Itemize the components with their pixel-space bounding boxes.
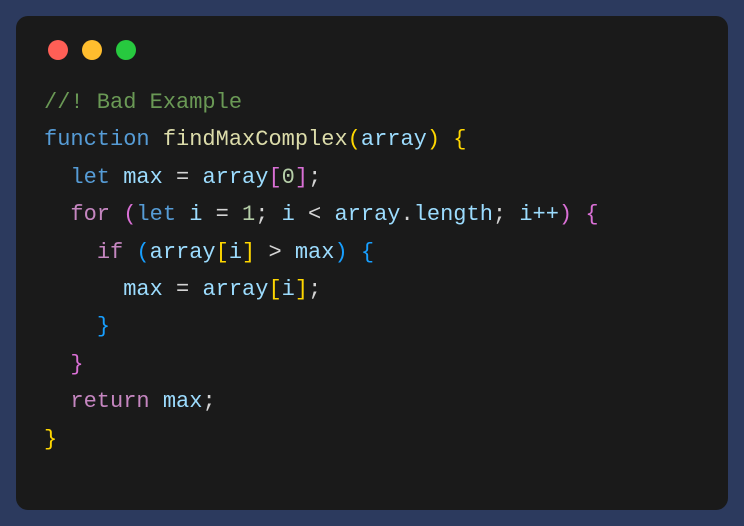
paren-open: ( bbox=[348, 127, 361, 152]
traffic-lights bbox=[44, 36, 700, 60]
num-0: 0 bbox=[282, 165, 295, 190]
prop-length: length bbox=[414, 202, 493, 227]
var-max: max bbox=[123, 165, 163, 190]
kw-let: let bbox=[70, 165, 110, 190]
minimize-icon[interactable] bbox=[82, 40, 102, 60]
kw-if: if bbox=[97, 240, 123, 265]
maximize-icon[interactable] bbox=[116, 40, 136, 60]
num-1: 1 bbox=[242, 202, 255, 227]
close-icon[interactable] bbox=[48, 40, 68, 60]
bracket-close: ] bbox=[295, 165, 308, 190]
fn-name: findMaxComplex bbox=[163, 127, 348, 152]
i-plus-plus: i++ bbox=[519, 202, 559, 227]
var-i: i bbox=[189, 202, 202, 227]
kw-return: return bbox=[70, 389, 149, 414]
kw-for: for bbox=[70, 202, 110, 227]
kw-function: function bbox=[44, 127, 150, 152]
code-comment: //! Bad Example bbox=[44, 90, 242, 115]
brace-open: { bbox=[453, 127, 466, 152]
param-array: array bbox=[361, 127, 427, 152]
code-block: //! Bad Example function findMaxComplex(… bbox=[44, 84, 700, 458]
code-window: //! Bad Example function findMaxComplex(… bbox=[16, 16, 728, 510]
var-array: array bbox=[202, 165, 268, 190]
bracket-open: [ bbox=[268, 165, 281, 190]
paren-close: ) bbox=[427, 127, 440, 152]
